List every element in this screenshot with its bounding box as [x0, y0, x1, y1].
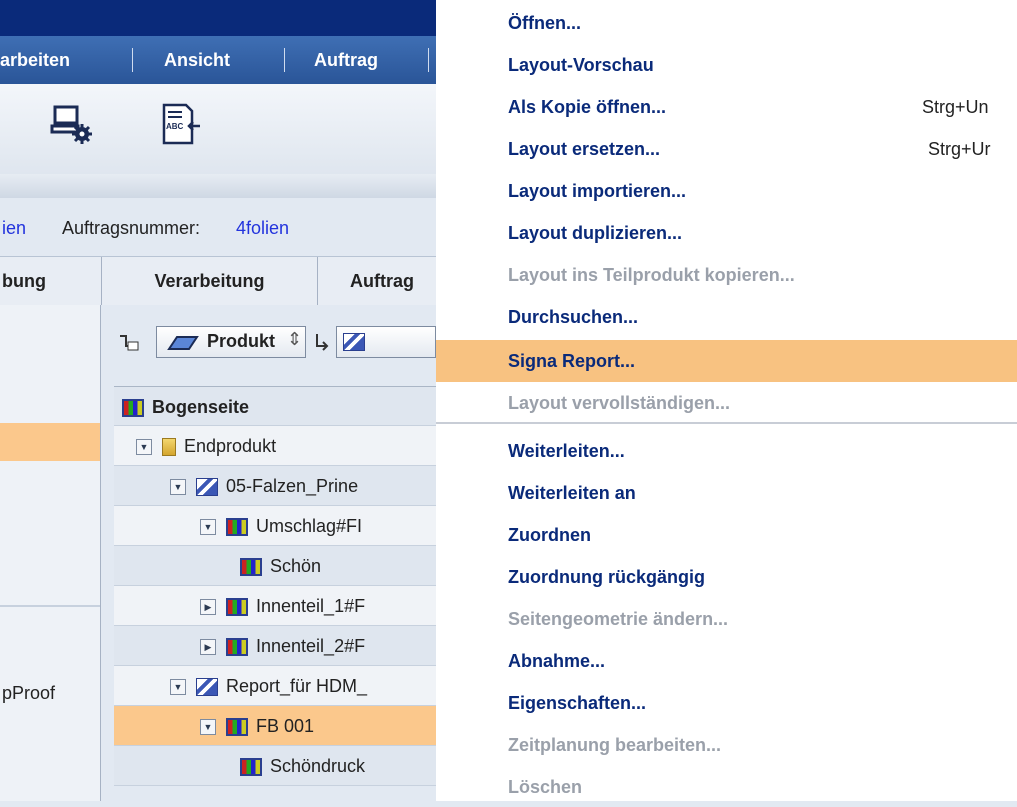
collapse-icon[interactable]: ▼ [136, 439, 152, 456]
menu-separator [428, 48, 429, 72]
tree-row[interactable]: ▶ Innenteil_1#F [114, 586, 436, 626]
tree-row-label: FB 001 [256, 716, 315, 736]
tree-row-selected[interactable]: ▼ FB 001 [114, 706, 436, 746]
menu-shortcut: Strg+Un [922, 97, 989, 117]
tree-row-label: Innenteil_1#F [256, 596, 366, 616]
tab-gebung[interactable]: bung [0, 257, 102, 305]
document-abc-icon[interactable]: ABC [158, 102, 202, 146]
tree-row-label: Endprodukt [184, 436, 277, 456]
menu-item-layout-vorschau[interactable]: Layout-Vorschau [508, 45, 998, 85]
tree-row[interactable]: ▶ Innenteil_2#F [114, 626, 436, 666]
collapse-icon[interactable]: ▼ [200, 519, 216, 536]
tree-header-label: Bogenseite [152, 397, 250, 417]
collapse-icon[interactable]: ▼ [170, 679, 186, 696]
product-icon [167, 336, 199, 350]
order-number-label: Auftragsnummer: [62, 218, 201, 238]
product-selector-label: Produkt [207, 331, 276, 351]
menu-item-seitengeometrie-aendern: Seitengeometrie ändern... [508, 609, 729, 629]
menu-shortcut: Strg+Ur [928, 139, 991, 159]
tree-row-label: Umschlag#FI [256, 516, 363, 536]
collapse-icon[interactable]: ▼ [170, 479, 186, 496]
sheet-grid-icon [226, 518, 248, 537]
menu-separator [436, 422, 1017, 424]
menu-bar: arbeiten Ansicht Auftrag [0, 36, 436, 84]
arrow-branch-icon [316, 334, 329, 351]
menu-item-loeschen: Löschen [508, 777, 583, 797]
sheet-grid-icon [226, 718, 248, 737]
tree-row[interactable]: ▼ Umschlag#FI [114, 506, 436, 546]
tab-bar: bung Verarbeitung Auftrag [0, 256, 436, 306]
tab-auftrag[interactable]: Auftrag [318, 257, 436, 305]
tree-row-label: Report_für HDM_ [226, 676, 368, 696]
stack-icon [343, 333, 365, 351]
menu-item-label: Layout ersetzen... [508, 139, 661, 159]
info-bar: ien Auftragsnummer: 4folien [0, 198, 436, 256]
sheet-grid-icon [122, 399, 144, 418]
tree-row-label: Schöndruck [270, 756, 366, 776]
tree-row-label: Schön [270, 556, 322, 576]
stack-icon [196, 678, 218, 697]
menu-item-weiterleiten-an[interactable]: Weiterleiten an [508, 473, 998, 513]
menu-item-layout-duplizieren[interactable]: Layout duplizieren... [508, 213, 998, 253]
tree-header[interactable]: Bogenseite [114, 386, 436, 426]
stack-icon [196, 478, 218, 497]
menu-item-als-kopie-oeffnen[interactable]: Als Kopie öffnen... Strg+Un [508, 87, 998, 127]
info-prefix[interactable]: ien [2, 218, 26, 239]
left-panel: pProof [0, 305, 101, 801]
menu-item-abnahme[interactable]: Abnahme... [508, 641, 998, 681]
menu-item-layout-ersetzen[interactable]: Layout ersetzen... Strg+Ur [508, 129, 998, 169]
left-panel-item[interactable]: pProof [2, 683, 55, 704]
order-number-value[interactable]: 4folien [236, 218, 289, 239]
menu-item-layout-vervollstaendigen: Layout vervollständigen... [508, 393, 731, 413]
sheet-grid-icon [226, 598, 248, 617]
folder-icon [162, 438, 176, 457]
tree-row-label: 05-Falzen_Prine [226, 476, 359, 496]
menu-item-label: Als Kopie öffnen... [508, 97, 667, 117]
sheet-grid-icon [226, 638, 248, 657]
sheet-grid-icon [240, 758, 262, 777]
menu-item-eigenschaften[interactable]: Eigenschaften... [508, 683, 998, 723]
spinner-icon: ⇕ [287, 329, 303, 349]
menu-separator [284, 48, 285, 72]
computer-settings-icon[interactable] [50, 102, 94, 146]
menu-item-signa-report[interactable]: Signa Report... [508, 341, 998, 381]
menu-item-durchsuchen[interactable]: Durchsuchen... [508, 297, 998, 337]
menu-bearbeiten[interactable]: arbeiten [0, 36, 70, 84]
svg-text:ABC: ABC [166, 122, 184, 131]
sheet-grid-icon [240, 558, 262, 577]
expand-icon[interactable]: ▶ [200, 599, 216, 616]
tree-row[interactable]: ▼ Report_für HDM_ [114, 666, 436, 706]
toolbar-strip [0, 174, 436, 198]
menu-separator [132, 48, 133, 72]
menu-item-layout-ins-teilprodukt: Layout ins Teilprodukt kopieren... [508, 265, 795, 285]
menu-item-zeitplanung-bearbeiten: Zeitplanung bearbeiten... [508, 735, 722, 755]
collapse-icon[interactable]: ▼ [200, 719, 216, 736]
expand-icon[interactable]: ▶ [200, 639, 216, 656]
product-selector[interactable]: Produkt ⇕ [156, 326, 306, 358]
menu-item-oeffnen[interactable]: Öffnen... [508, 3, 998, 43]
menu-item-weiterleiten[interactable]: Weiterleiten... [508, 431, 998, 471]
second-selector[interactable] [336, 326, 436, 358]
divider [0, 605, 100, 607]
tree-row[interactable]: ▼ Endprodukt [114, 426, 436, 466]
tree-row[interactable]: Schön [114, 546, 436, 586]
tree-row-label: Innenteil_2#F [256, 636, 366, 656]
title-bar [0, 0, 436, 36]
menu-item-zuordnen[interactable]: Zuordnen [508, 515, 998, 555]
tree-row[interactable]: ▼ 05-Falzen_Prine [114, 466, 436, 506]
tab-verarbeitung[interactable]: Verarbeitung [102, 257, 318, 305]
tree-row[interactable]: Schöndruck [114, 746, 436, 786]
tree-collapse-icon[interactable] [118, 332, 140, 352]
menu-item-zuordnung-rueckgaengig[interactable]: Zuordnung rückgängig [508, 557, 998, 597]
menu-auftrag[interactable]: Auftrag [314, 36, 378, 84]
tree-toolbar: Produkt ⇕ [118, 324, 436, 360]
menu-item-layout-importieren[interactable]: Layout importieren... [508, 171, 998, 211]
left-panel-selected-row[interactable] [0, 423, 100, 461]
toolbar: ABC [0, 84, 436, 175]
context-menu: Öffnen... Layout-Vorschau Als Kopie öffn… [436, 0, 1017, 801]
menu-ansicht[interactable]: Ansicht [164, 36, 230, 84]
